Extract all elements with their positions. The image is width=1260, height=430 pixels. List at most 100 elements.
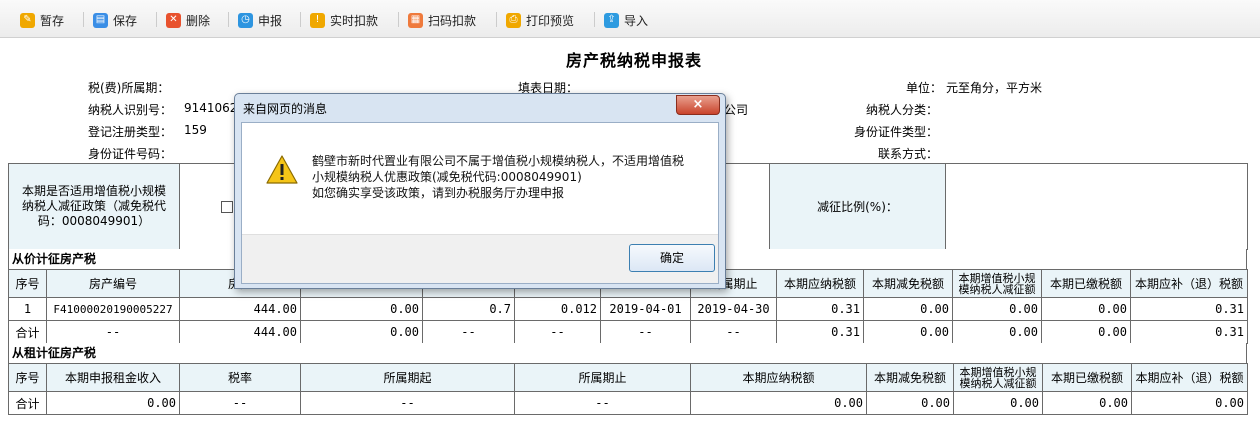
- header-cell-5: 本期应纳税额: [690, 363, 867, 392]
- toolbar-label-2: 删除: [186, 13, 211, 28]
- header-cell-7: 本期增值税小规模纳税人减征额: [953, 363, 1043, 392]
- cell-8[interactable]: 0.31: [776, 320, 864, 344]
- unit-label: 单位：: [906, 81, 943, 95]
- rent-section-title: 从租计征房产税: [8, 343, 1247, 363]
- toolbar-button-7[interactable]: ⇪ 导入: [604, 9, 648, 31]
- cell-3[interactable]: 0.00: [300, 320, 423, 344]
- dialog-line-3: 如您确实享受该政策，请到办税服务厅办理申报: [312, 186, 565, 200]
- header-cell-11: 本期已缴税额: [1041, 269, 1131, 298]
- period-label: 税(费)所属期：: [88, 81, 170, 95]
- cell-9[interactable]: 0.00: [1131, 391, 1248, 415]
- toolbar-icon-1: ▤: [93, 12, 108, 28]
- policy-checkbox[interactable]: [221, 201, 233, 213]
- cell-9[interactable]: 0.00: [863, 297, 953, 321]
- cell-12[interactable]: 0.31: [1130, 297, 1248, 321]
- cell-5[interactable]: 0.012: [514, 297, 601, 321]
- toolbar-icon-3: ◷: [238, 12, 253, 28]
- ratio-value-cell[interactable]: [945, 163, 1248, 250]
- contact-label: 联系方式：: [878, 147, 939, 161]
- id-type-label: 身份证件类型：: [854, 125, 939, 139]
- cell-1: 0.00: [46, 391, 180, 415]
- header-cell-1: 本期申报租金收入: [46, 363, 180, 392]
- toolbar-separator: [83, 12, 84, 27]
- taxpayer-id-label: 纳税人识别号：: [88, 103, 173, 117]
- cell-12[interactable]: 0.31: [1130, 320, 1248, 344]
- toolbar-label-4: 实时扣款: [330, 13, 379, 28]
- toolbar-label-5: 扫码扣款: [428, 13, 477, 28]
- toolbar-separator: [300, 12, 301, 27]
- cell-7[interactable]: 2019-04-30: [690, 297, 777, 321]
- toolbar-icon-0: ✎: [20, 12, 35, 28]
- header-cell-2: 税率: [179, 363, 301, 392]
- cell-10[interactable]: 0.00: [952, 320, 1042, 344]
- cell-1: F41000020190005227: [46, 297, 180, 321]
- toolbar-label-3: 申报: [258, 13, 283, 28]
- toolbar-button-3[interactable]: ◷ 申报: [238, 9, 282, 31]
- toolbar-button-6[interactable]: ⎙ 打印预览: [506, 9, 574, 31]
- cell-2[interactable]: 444.00: [179, 320, 301, 344]
- toolbar-icon-7: ⇪: [604, 12, 619, 28]
- cell-11[interactable]: 0.00: [1041, 297, 1131, 321]
- cell-11[interactable]: 0.00: [1041, 320, 1131, 344]
- header-cell-3: 所属期起: [300, 363, 515, 392]
- cell-0: 合计: [8, 320, 47, 344]
- toolbar-icon-5: ▦: [408, 12, 423, 28]
- cell-2[interactable]: --: [179, 391, 301, 415]
- cell-7[interactable]: --: [690, 320, 777, 344]
- cell-9[interactable]: 0.00: [863, 320, 953, 344]
- toolbar-icon-4: !: [310, 12, 325, 28]
- unit-value: 元至角分，平方米: [946, 81, 1043, 95]
- warning-icon: [266, 155, 298, 184]
- toolbar-button-2[interactable]: ✕ 删除: [166, 9, 210, 31]
- cell-6[interactable]: 2019-04-01: [600, 297, 691, 321]
- header-cell-6: 本期减免税额: [866, 363, 954, 392]
- toolbar-separator: [496, 12, 497, 27]
- header-cell-9: 本期应补（退）税额: [1131, 363, 1248, 392]
- header-cell-12: 本期应补（退）税额: [1130, 269, 1248, 298]
- cell-4[interactable]: --: [422, 320, 515, 344]
- dialog-line-1: 鹤壁市新时代置业有限公司不属于增值税小规模纳税人，不适用增值税: [312, 154, 685, 168]
- cell-7[interactable]: 0.00: [953, 391, 1043, 415]
- close-icon[interactable]: ×: [676, 95, 720, 115]
- id-no-label: 身份证件号码：: [88, 147, 173, 161]
- toolbar-label-6: 打印预览: [526, 13, 575, 28]
- cell-4[interactable]: --: [514, 391, 691, 415]
- policy-question: 本期是否适用增值税小规模纳税人减征政策（减免税代码：0008049901）: [8, 163, 180, 250]
- cell-3[interactable]: 0.00: [300, 297, 423, 321]
- header-cell-1: 房产编号: [46, 269, 180, 298]
- header-cell-0: 序号: [8, 363, 47, 392]
- cell-2[interactable]: 444.00: [179, 297, 301, 321]
- header-cell-9: 本期减免税额: [863, 269, 953, 298]
- cell-8[interactable]: 0.00: [1042, 391, 1132, 415]
- header-cell-4: 所属期止: [514, 363, 691, 392]
- cell-8[interactable]: 0.31: [776, 297, 864, 321]
- toolbar-button-0[interactable]: ✎ 暂存: [20, 9, 64, 31]
- toolbar-button-1[interactable]: ▤ 保存: [93, 9, 137, 31]
- toolbar-label-1: 保存: [113, 13, 138, 28]
- ok-button[interactable]: 确定: [629, 244, 715, 272]
- toolbar-button-4[interactable]: ! 实时扣款: [310, 9, 378, 31]
- toolbar: ✎ 暂存 ▤ 保存 ✕ 删除 ◷ 申报! 实时扣款 ▦ 扫码扣款 ⎙ 打印预览 ⇪ 导入: [0, 0, 1260, 38]
- dialog-body: 鹤壁市新时代置业有限公司不属于增值税小规模纳税人，不适用增值税 小规模纳税人优惠…: [241, 122, 719, 284]
- cell-5[interactable]: 0.00: [690, 391, 867, 415]
- cell-10[interactable]: 0.00: [952, 297, 1042, 321]
- toolbar-separator: [594, 12, 595, 27]
- taxpayer-name-tail: 公司: [724, 103, 749, 117]
- toolbar-button-5[interactable]: ▦ 扫码扣款: [408, 9, 476, 31]
- toolbar-label-7: 导入: [624, 13, 649, 28]
- toolbar-label-0: 暂存: [40, 13, 65, 28]
- cell-6[interactable]: --: [600, 320, 691, 344]
- dialog-title: 来自网页的消息: [243, 102, 328, 116]
- cell-3[interactable]: --: [300, 391, 515, 415]
- toolbar-icon-2: ✕: [166, 12, 181, 28]
- dialog-line-2: 小规模纳税人优惠政策(减免税代码:0008049901): [312, 170, 582, 184]
- toolbar-separator: [228, 12, 229, 27]
- rent-table: 序号 本期申报租金收入 税率 所属期起 所属期止 本期应纳税额 本期减免税额 本期增值税小规模…: [8, 363, 1248, 415]
- toolbar-separator: [156, 12, 157, 27]
- taxpayer-category-label: 纳税人分类：: [866, 103, 939, 117]
- cell-0: 合计: [8, 391, 47, 415]
- cell-6[interactable]: 0.00: [866, 391, 954, 415]
- cell-4[interactable]: 0.7: [422, 297, 515, 321]
- cell-5[interactable]: --: [514, 320, 601, 344]
- header-cell-10: 本期增值税小规模纳税人减征额: [952, 269, 1042, 298]
